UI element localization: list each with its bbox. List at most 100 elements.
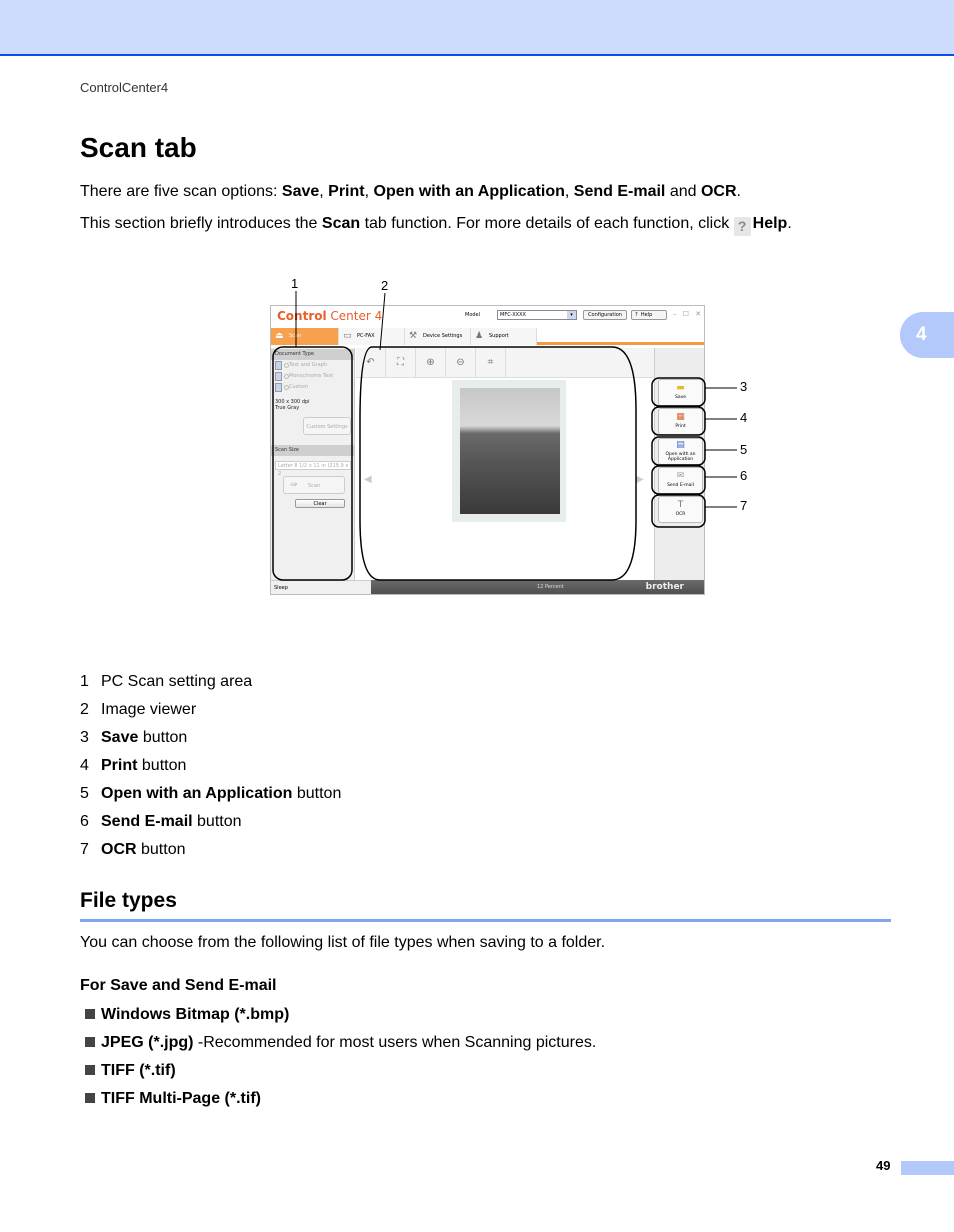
app-titlebar: Control Center 4 Model MFC-XXXX ▾ Configu… bbox=[271, 306, 704, 328]
viewer-toolbar: ↶ ⛶ ⊕ ⊖ ⌗ bbox=[356, 348, 654, 378]
legend-text: button bbox=[137, 757, 187, 774]
document-icon bbox=[275, 361, 282, 370]
clear-button[interactable]: Clear bbox=[295, 499, 345, 508]
tab-pc-fax[interactable]: ▭ PC-FAX bbox=[339, 328, 405, 345]
crop-icon[interactable]: ⌗ bbox=[476, 348, 506, 378]
fax-icon: ▭ bbox=[343, 331, 352, 341]
legend-text: button bbox=[292, 785, 342, 802]
radio-text-and-graph[interactable]: Text and Graph bbox=[271, 360, 354, 371]
scan-actions-panel: ▬ Save ▦ Print ▤ Open with an Application ✉… bbox=[654, 348, 704, 580]
option-print: Print bbox=[328, 183, 365, 200]
bullet-square-icon bbox=[85, 1009, 95, 1019]
help-icon: ? bbox=[635, 312, 638, 318]
radio-button[interactable] bbox=[284, 374, 289, 379]
chevron-down-icon[interactable]: ▾ bbox=[567, 311, 576, 319]
rotate-icon[interactable]: ↶ bbox=[356, 348, 386, 378]
page-title: Scan tab bbox=[80, 132, 197, 163]
file-type-item: TIFF Multi-Page (*.tif) bbox=[85, 1090, 261, 1108]
configuration-button[interactable]: Configuration bbox=[583, 310, 627, 320]
radio-button[interactable] bbox=[284, 385, 289, 390]
legend-number: 2 bbox=[80, 701, 89, 718]
help-button[interactable]: ? Help bbox=[631, 310, 667, 320]
send-email-button[interactable]: ✉ Send E-mail bbox=[658, 467, 703, 494]
scan-size-heading: Scan Size bbox=[271, 445, 354, 456]
legend-text: button bbox=[136, 841, 186, 858]
text: . bbox=[787, 215, 792, 232]
tab-label: Scan bbox=[289, 333, 302, 339]
tab-label: PC-FAX bbox=[357, 333, 375, 339]
window-controls[interactable]: – ☐ ✕ bbox=[673, 310, 703, 318]
button-label: OCR bbox=[675, 512, 686, 517]
zoom-percent: 12 Percent bbox=[537, 584, 564, 590]
app-logo: Control Center 4 bbox=[277, 309, 382, 323]
legend-item: 2 Image viewer bbox=[80, 701, 196, 719]
ocr-button[interactable]: T OCR bbox=[658, 496, 703, 523]
option-save: Save bbox=[281, 183, 320, 200]
radio-label: Custom bbox=[289, 384, 309, 390]
radio-custom[interactable]: Custom bbox=[271, 382, 354, 393]
application-icon: ▤ bbox=[676, 440, 685, 450]
logo-rest: Center 4 bbox=[326, 309, 383, 323]
file-type-name: TIFF (*.tif) bbox=[101, 1062, 176, 1079]
document-icon bbox=[275, 383, 282, 392]
legend-bold: Send E-mail bbox=[101, 813, 193, 830]
image-viewer: ◀ ▶ bbox=[356, 378, 654, 580]
file-type-name: Windows Bitmap (*.bmp) bbox=[101, 1006, 290, 1023]
legend-item: 5 Open with an Application button bbox=[80, 785, 341, 803]
legend-number: 7 bbox=[80, 841, 89, 858]
bullet-square-icon bbox=[85, 1037, 95, 1047]
legend-number: 4 bbox=[80, 757, 89, 774]
radio-button[interactable] bbox=[284, 363, 289, 368]
tab-label: Device Settings bbox=[423, 333, 463, 339]
print-button[interactable]: ▦ Print bbox=[658, 408, 703, 435]
legend-item: 4 Print button bbox=[80, 757, 186, 775]
page-number: 49 bbox=[876, 1158, 891, 1173]
brother-logo: brother bbox=[645, 582, 684, 592]
legend-bold: Open with an Application bbox=[101, 785, 293, 802]
tab-label: Support bbox=[489, 333, 509, 339]
tab-support[interactable]: ♟ Support bbox=[471, 328, 537, 345]
callout-number: 7 bbox=[740, 498, 748, 513]
zoom-in-icon[interactable]: ⊕ bbox=[416, 348, 446, 378]
printer-icon: ▦ bbox=[676, 412, 685, 422]
callout-number: 2 bbox=[381, 278, 389, 293]
option-open-app: Open with an Application bbox=[373, 183, 565, 200]
windmill-photo bbox=[460, 388, 560, 514]
person-icon: ♟ bbox=[475, 331, 484, 341]
intro-line-2: This section briefly introduces the Scan… bbox=[80, 215, 792, 236]
model-select[interactable]: MFC-XXXX ▾ bbox=[497, 310, 577, 320]
legend-number: 5 bbox=[80, 785, 89, 802]
open-with-application-button[interactable]: ▤ Open with an Application bbox=[658, 438, 703, 465]
folder-icon: ▬ bbox=[676, 383, 685, 393]
page-tab-marker bbox=[901, 1161, 954, 1175]
custom-settings-button[interactable]: Custom Settings bbox=[303, 417, 351, 435]
button-label: Open with an Application bbox=[665, 452, 696, 462]
button-label: Send E-mail bbox=[667, 483, 694, 488]
legend-number: 6 bbox=[80, 813, 89, 830]
save-button[interactable]: ▬ Save bbox=[658, 379, 703, 406]
radio-label: Monochrome Text bbox=[289, 373, 334, 379]
scan-button[interactable]: ⇛ Scan bbox=[283, 476, 345, 494]
tab-device-settings[interactable]: ⚒ Device Settings bbox=[405, 328, 471, 345]
model-value: MFC-XXXX bbox=[500, 312, 526, 318]
status-bar: Sleep 12 Percent brother bbox=[271, 580, 704, 594]
radio-monochrome-text[interactable]: Monochrome Text bbox=[271, 371, 354, 382]
bullet-square-icon bbox=[85, 1065, 95, 1075]
tab-scan[interactable]: ⏏ Scan bbox=[271, 328, 339, 345]
scanned-thumbnail[interactable] bbox=[452, 380, 566, 522]
scan-size-select[interactable]: Letter 8 1/2 x 11 in (215.9 x 2 bbox=[275, 461, 351, 477]
scan-icon: ⇛ bbox=[290, 480, 298, 490]
document-icon bbox=[275, 372, 282, 381]
bullet-square-icon bbox=[85, 1093, 95, 1103]
callout-number: 5 bbox=[740, 442, 748, 457]
chapter-tab: 4 bbox=[900, 312, 954, 358]
next-arrow-icon[interactable]: ▶ bbox=[636, 474, 644, 485]
control-center-screenshot: Control Center 4 Model MFC-XXXX ▾ Configu… bbox=[270, 305, 705, 595]
previous-arrow-icon[interactable]: ◀ bbox=[364, 474, 372, 485]
fit-icon[interactable]: ⛶ bbox=[386, 348, 416, 378]
zoom-out-icon[interactable]: ⊖ bbox=[446, 348, 476, 378]
legend-number: 1 bbox=[80, 673, 89, 690]
file-type-item: Windows Bitmap (*.bmp) bbox=[85, 1006, 289, 1024]
main-tabs: ⏏ Scan ▭ PC-FAX ⚒ Device Settings ♟ Support bbox=[271, 328, 704, 345]
tools-icon: ⚒ bbox=[409, 331, 418, 341]
